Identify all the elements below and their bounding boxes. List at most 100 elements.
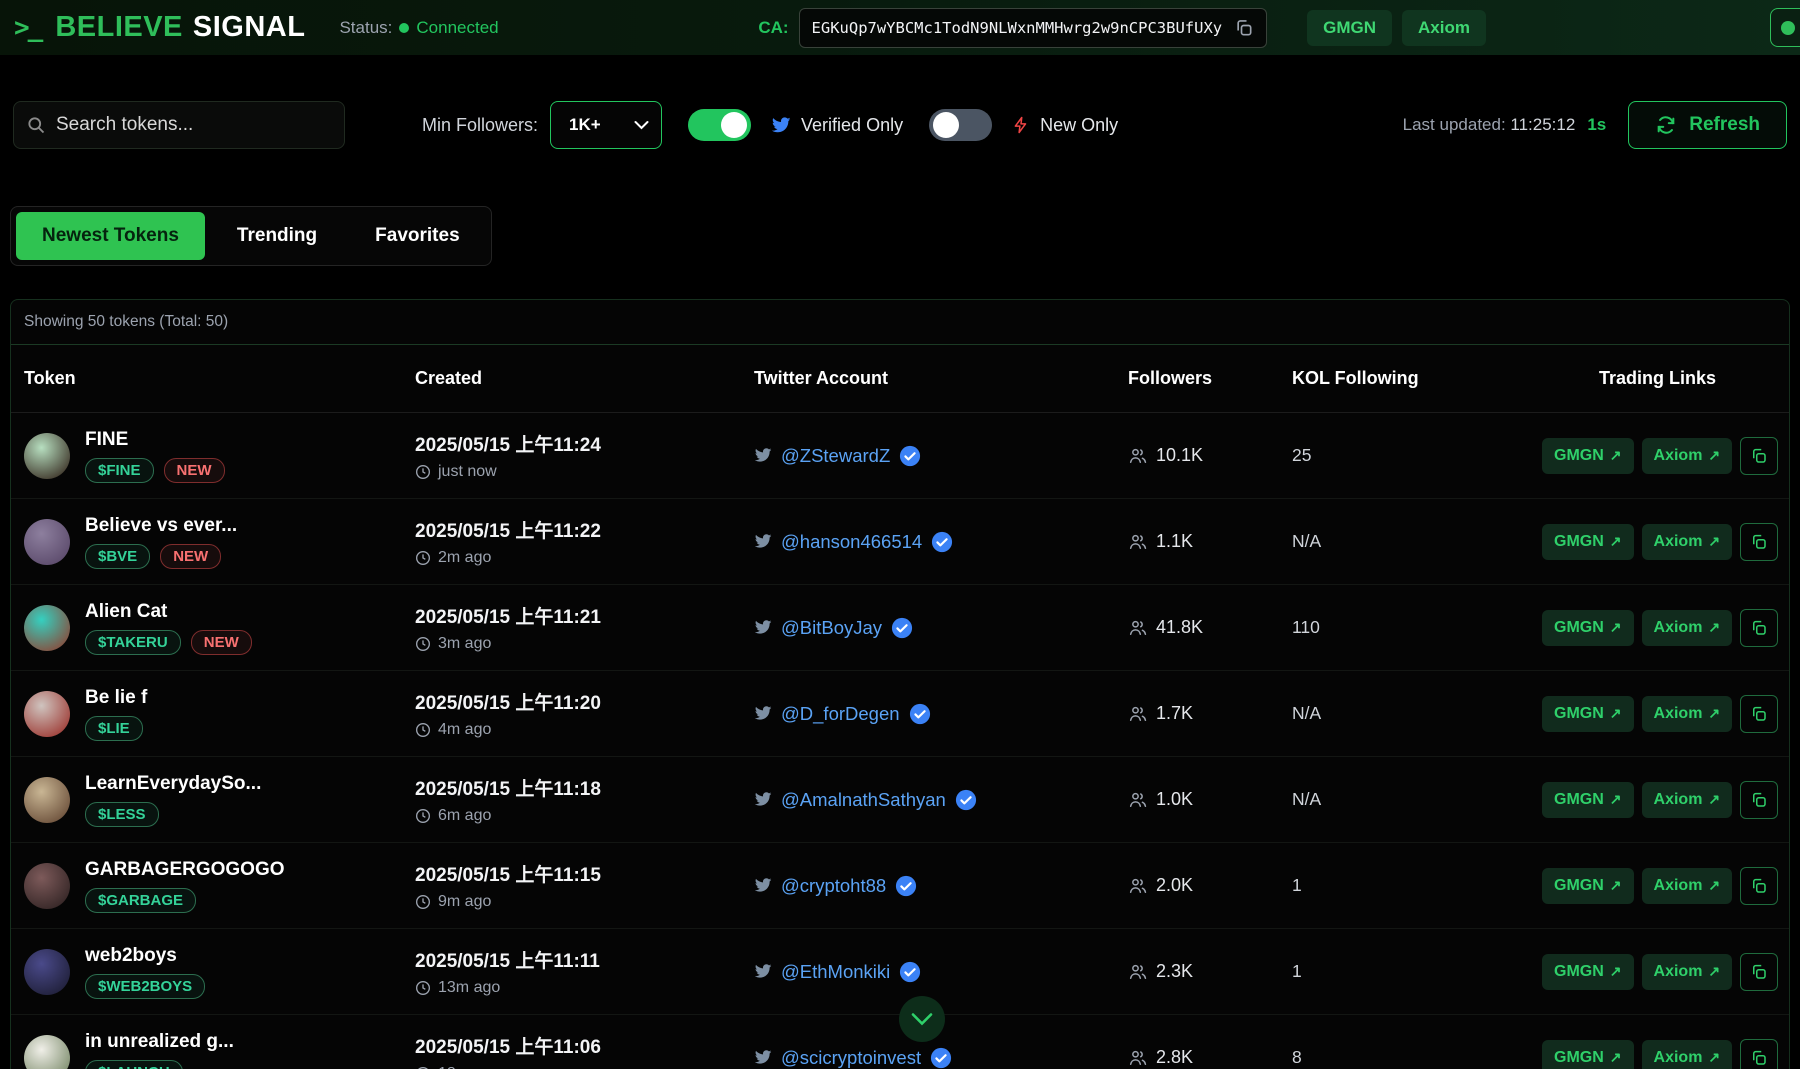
copy-ca-button[interactable]	[1740, 523, 1778, 561]
created-date: 2025/05/15 上午11:20	[415, 688, 754, 715]
axiom-link-button[interactable]: Axiom ↗	[1642, 782, 1733, 818]
gmgn-link-button[interactable]: GMGN ↗	[1542, 1040, 1634, 1069]
twitter-account-link[interactable]: @BitBoyJay	[754, 617, 1128, 639]
axiom-link-button[interactable]: Axiom ↗	[1642, 524, 1733, 560]
verified-badge-icon	[899, 961, 921, 983]
gmgn-link-button[interactable]: GMGN ↗	[1542, 954, 1634, 990]
gmgn-link-button[interactable]: GMGN ↗	[1542, 438, 1634, 474]
gmgn-link-button[interactable]: GMGN ↗	[1542, 524, 1634, 560]
axiom-link-button[interactable]: Axiom ↗	[1642, 954, 1733, 990]
top-header-bar: >_ BELIEVESIGNAL Status: Connected CA: E…	[0, 0, 1800, 55]
new-only-toggle[interactable]	[929, 109, 992, 141]
token-cell: in unrealized g... $LAUNCH	[24, 1031, 415, 1069]
verified-only-toggle[interactable]	[688, 109, 751, 141]
new-badge: NEW	[191, 630, 252, 655]
twitter-account-link[interactable]: @AmalnathSathyan	[754, 789, 1128, 811]
followers-count: 1.7K	[1156, 703, 1193, 724]
copy-icon	[1750, 791, 1768, 809]
copy-ca-button[interactable]	[1740, 437, 1778, 475]
ticker-badge: $WEB2BOYS	[85, 974, 205, 999]
tab-newest-tokens[interactable]: Newest Tokens	[16, 212, 205, 260]
axiom-link-button[interactable]: Axiom ↗	[1642, 610, 1733, 646]
connection-status: Status: Connected	[339, 18, 498, 38]
search-box[interactable]	[13, 101, 345, 149]
twitter-handle: @hanson466514	[781, 531, 922, 553]
axiom-link-button[interactable]: Axiom ↗	[1642, 696, 1733, 732]
axiom-label: Axiom	[1654, 705, 1703, 723]
refresh-button[interactable]: Refresh	[1628, 101, 1787, 149]
min-followers-select[interactable]: 1K+	[550, 101, 662, 149]
copy-ca-header-button[interactable]	[1234, 18, 1254, 38]
twitter-icon	[771, 117, 791, 134]
ticker-badge: $TAKERU	[85, 630, 181, 655]
twitter-account-link[interactable]: @D_forDegen	[754, 703, 1128, 725]
created-cell: 2025/05/15 上午11:21 3m ago	[415, 602, 754, 653]
tab-favorites[interactable]: Favorites	[349, 212, 485, 260]
gmgn-link-button[interactable]: GMGN ↗	[1542, 610, 1634, 646]
copy-ca-button[interactable]	[1740, 609, 1778, 647]
refresh-age: 1s	[1587, 115, 1606, 135]
copy-ca-button[interactable]	[1740, 953, 1778, 991]
followers-icon	[1128, 962, 1148, 982]
copy-icon	[1750, 447, 1768, 465]
external-link-icon: ↗	[1708, 791, 1720, 808]
verified-badge-icon	[930, 1047, 952, 1069]
axiom-label: Axiom	[1654, 533, 1703, 551]
table-row[interactable]: FINE $FINE NEW 2025/05/15 上午11:24 just n…	[11, 413, 1789, 499]
table-row[interactable]: Believe vs ever... $BVE NEW 2025/05/15 上…	[11, 499, 1789, 585]
gmgn-header-button[interactable]: GMGN	[1307, 10, 1392, 46]
lightning-icon	[1012, 115, 1030, 135]
twitter-account-link[interactable]: @ZStewardZ	[754, 445, 1128, 467]
table-row[interactable]: LearnEverydaySo... $LESS 2025/05/15 上午11…	[11, 757, 1789, 843]
axiom-link-button[interactable]: Axiom ↗	[1642, 438, 1733, 474]
clock-icon	[415, 722, 431, 738]
gmgn-link-button[interactable]: GMGN ↗	[1542, 782, 1634, 818]
table-row[interactable]: web2boys $WEB2BOYS 2025/05/15 上午11:11 13…	[11, 929, 1789, 1015]
axiom-label: Axiom	[1654, 619, 1703, 637]
external-link-icon: ↗	[1610, 963, 1622, 980]
clock-icon	[415, 464, 431, 480]
scroll-down-button[interactable]	[899, 996, 945, 1042]
copy-ca-button[interactable]	[1740, 867, 1778, 905]
external-link-icon: ↗	[1708, 705, 1720, 722]
filter-toolbar: Min Followers: 1K+ Verified Only New Onl…	[0, 101, 1800, 149]
followers-cell: 1.1K	[1128, 531, 1292, 552]
copy-ca-button[interactable]	[1740, 695, 1778, 733]
followers-cell: 1.0K	[1128, 789, 1292, 810]
external-link-icon: ↗	[1610, 1049, 1622, 1066]
axiom-header-button[interactable]: Axiom	[1402, 10, 1486, 46]
gmgn-link-button[interactable]: GMGN ↗	[1542, 696, 1634, 732]
copy-ca-button[interactable]	[1740, 781, 1778, 819]
verified-badge-icon	[891, 617, 913, 639]
refresh-icon	[1655, 114, 1677, 136]
tab-trending[interactable]: Trending	[211, 212, 343, 260]
token-cell: web2boys $WEB2BOYS	[24, 945, 415, 999]
twitter-account-link[interactable]: @EthMonkiki	[754, 961, 1128, 983]
axiom-link-button[interactable]: Axiom ↗	[1642, 1040, 1733, 1069]
table-row[interactable]: GARBAGERGOGOGO $GARBAGE 2025/05/15 上午11:…	[11, 843, 1789, 929]
token-name: Believe vs ever...	[85, 515, 237, 537]
token-name: FINE	[85, 429, 225, 451]
twitter-account-link[interactable]: @cryptoht88	[754, 875, 1128, 897]
twitter-handle: @scicryptoinvest	[781, 1047, 921, 1069]
gmgn-label: GMGN	[1554, 619, 1604, 637]
followers-icon	[1128, 876, 1148, 896]
external-link-icon: ↗	[1708, 877, 1720, 894]
table-row[interactable]: Be lie f $LIE 2025/05/15 上午11:20 4m ago …	[11, 671, 1789, 757]
twitter-account-link[interactable]: @hanson466514	[754, 531, 1128, 553]
followers-count: 2.8K	[1156, 1047, 1193, 1068]
axiom-label: Axiom	[1654, 447, 1703, 465]
ca-address-box[interactable]: EGKuQp7wYBCMc1TodN9NLWxnMMHwrg2w9nCPC3BU…	[799, 8, 1268, 48]
search-input[interactable]	[56, 114, 332, 136]
copy-ca-button[interactable]	[1740, 1039, 1778, 1069]
brand-signal: SIGNAL	[193, 11, 306, 43]
created-date: 2025/05/15 上午11:06	[415, 1032, 754, 1059]
gmgn-label: GMGN	[1554, 1049, 1604, 1067]
clipped-edge-button[interactable]	[1770, 8, 1800, 47]
table-row[interactable]: Alien Cat $TAKERU NEW 2025/05/15 上午11:21…	[11, 585, 1789, 671]
header-trade-links: GMGN Axiom	[1307, 10, 1486, 46]
gmgn-link-button[interactable]: GMGN ↗	[1542, 868, 1634, 904]
axiom-label: Axiom	[1654, 791, 1703, 809]
axiom-link-button[interactable]: Axiom ↗	[1642, 868, 1733, 904]
twitter-account-link[interactable]: @scicryptoinvest	[754, 1047, 1128, 1069]
